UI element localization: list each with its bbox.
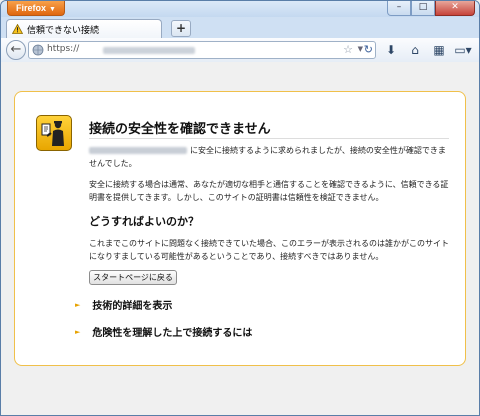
globe-icon [32, 44, 44, 56]
bookmarks-menu-icon[interactable]: ▦ [429, 42, 449, 58]
tab-untrusted-connection[interactable]: 信頼できない接続 [6, 19, 162, 38]
certificate-explanation: 安全に接続する場合は通常、あなたが適切な相手と通信することを確認できるように、信… [89, 180, 449, 202]
what-to-do-text: これまでこのサイトに問題なく接続できていた場合、このエラーが表示されるのは誰かが… [89, 239, 449, 261]
new-tab-button[interactable]: + [171, 20, 191, 37]
blurred-hostname [89, 147, 187, 154]
reload-icon[interactable]: ↻ [364, 43, 373, 56]
navigation-toolbar: ← https:// ☆ ▼ ↻ ⬇ ⌂ ▦ ▭▾ [1, 38, 479, 63]
minimize-button[interactable]: – [387, 1, 411, 16]
security-officer-icon [36, 115, 72, 151]
divider [89, 138, 449, 139]
tab-label: 信頼できない接続 [27, 25, 100, 36]
understand-risks-label: 危険性を理解した上で接続するには [92, 328, 253, 339]
technical-details-expander[interactable]: ► 技術的詳細を表示 [75, 297, 173, 313]
expand-triangle-icon: ► [75, 300, 81, 309]
page-content: 接続の安全性を確認できません に安全に接続するように求められましたが、接続の安全… [1, 62, 479, 415]
dropdown-arrow-icon[interactable]: ▼ [358, 45, 363, 53]
back-button[interactable]: ← [6, 40, 26, 60]
dropdown-arrow-icon: ▼ [49, 6, 56, 13]
url-text: https:// [47, 44, 80, 54]
error-page-box: 接続の安全性を確認できません に安全に接続するように求められましたが、接続の安全… [14, 91, 466, 366]
tab-strip: 信頼できない接続 + [1, 17, 479, 38]
home-icon[interactable]: ⌂ [405, 42, 425, 58]
understand-risks-expander[interactable]: ► 危険性を理解した上で接続するには [75, 324, 253, 340]
bookmark-star-icon[interactable]: ☆ [343, 43, 353, 56]
downloads-icon[interactable]: ⬇ [381, 42, 401, 58]
title-bar: Firefox ▼ – □ ✕ [1, 1, 479, 17]
error-description: に安全に接続するように求められましたが、接続の安全性が確認できませんでした。 [89, 144, 449, 170]
toolbar-menu-icon[interactable]: ▭▾ [453, 42, 473, 58]
maximize-button[interactable]: □ [411, 1, 435, 16]
firefox-menu-button[interactable]: Firefox ▼ [7, 1, 65, 16]
url-bar[interactable]: https:// ☆ ▼ ↻ [28, 41, 376, 59]
technical-details-label: 技術的詳細を表示 [92, 301, 173, 312]
firefox-menu-label: Firefox [16, 3, 47, 13]
page-title: 接続の安全性を確認できません [89, 122, 271, 137]
blurred-hostname [103, 47, 195, 54]
expand-triangle-icon: ► [75, 327, 81, 336]
back-arrow-icon: ← [10, 42, 22, 57]
close-button[interactable]: ✕ [435, 1, 475, 16]
what-to-do-heading: どうすればよいのか？ [89, 215, 199, 228]
window-controls: – □ ✕ [387, 1, 475, 16]
warning-icon [12, 24, 23, 34]
toolbar-icons: ⬇ ⌂ ▦ ▭▾ [381, 42, 477, 58]
browser-window: Firefox ▼ – □ ✕ 信頼できない接続 + ← https:// ☆ ▼… [0, 0, 480, 416]
back-to-start-page-button[interactable]: スタートページに戻る [89, 270, 177, 285]
